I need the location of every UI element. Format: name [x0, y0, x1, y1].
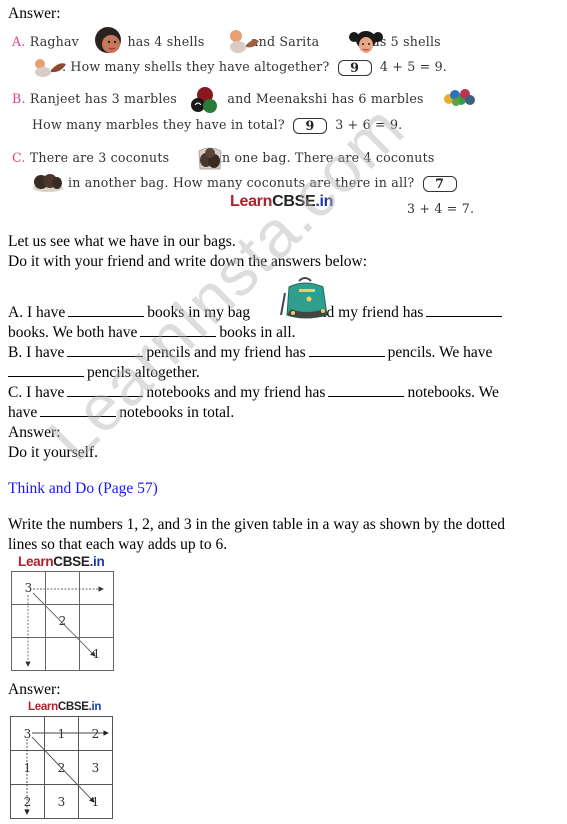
intro-line-1: Let us see what we have in our bags. [8, 233, 236, 250]
grid-row: 1 [11, 637, 114, 671]
blank-field[interactable] [8, 363, 84, 377]
instruction-line-1: Write the numbers 1, 2, and 3 in the giv… [8, 516, 505, 533]
answer-label: Answer: [8, 424, 61, 441]
section-heading: Think and Do (Page 57) [8, 480, 158, 497]
grid-cell [79, 571, 114, 605]
grid-cell: 2 [10, 784, 45, 819]
marbles-icon [444, 89, 475, 106]
question-a-line2: . How many shells they have altogether? … [62, 59, 448, 76]
fill-line-c2: have notebooks in total. [8, 403, 235, 421]
grid-row: 3 1 2 [10, 716, 113, 751]
blank-field[interactable] [67, 383, 144, 397]
grid-cell [45, 571, 80, 605]
grid-row: 1 2 3 [10, 750, 113, 785]
shells-icon [230, 30, 259, 53]
learncbse-logo: LearnCBSE.in [28, 701, 102, 713]
fill-line-b1: B. I have pencils and my friend has pencil… [8, 343, 493, 361]
coconut-bag-icon [33, 174, 63, 192]
answer-label: Answer: [8, 5, 61, 22]
answer-box: 9 [293, 117, 327, 134]
equation-c: 3 + 4 = 7. [407, 201, 475, 216]
answer-box: 7 [422, 175, 457, 192]
grid-cell [45, 637, 80, 671]
fill-line-a1: A. I have books in my bag and my friend h… [8, 303, 505, 323]
answer-box: 9 [337, 59, 372, 76]
marbles-icon [191, 87, 217, 113]
grid-cell: 2 [44, 750, 79, 785]
question-label: C. [12, 150, 26, 165]
school-bag-icon [280, 277, 328, 319]
question-b-line1: B. Ranjeet has 3 marbles and Meenakshi h… [12, 91, 464, 106]
shells-icon [35, 59, 66, 77]
learncbse-logo: LearnCBSE.in [18, 554, 105, 569]
blank-field[interactable] [67, 343, 144, 357]
grid-cell: 1 [44, 716, 79, 751]
grid-cell: 2 [45, 604, 80, 638]
grid-cell: 1 [79, 637, 114, 671]
grid-cell: 2 [78, 716, 113, 751]
grid-row: 2 [11, 604, 114, 638]
boy-face-icon [95, 27, 121, 53]
blank-field[interactable] [426, 303, 503, 317]
girl-face-icon [349, 31, 383, 53]
question-grid: 3 2 1 [11, 571, 114, 671]
grid-cell: 3 [78, 750, 113, 785]
question-c-line2: in another bag. How many coconuts are th… [32, 175, 461, 192]
intro-line-2: Do it with your friend and write down th… [8, 253, 368, 270]
question-label: A. [12, 34, 26, 49]
fill-line-a2: books. We both have books in all. [8, 323, 296, 341]
answer-label: Answer: [8, 681, 61, 698]
question-label: B. [12, 91, 26, 106]
answer-grid: 3 1 2 1 2 3 2 3 1 [10, 716, 113, 819]
blank-field[interactable] [140, 323, 217, 337]
grid-row: 2 3 1 [10, 784, 113, 819]
grid-cell: 3 [11, 571, 46, 605]
blank-field[interactable] [40, 403, 117, 417]
grid-cell: 3 [44, 784, 79, 819]
fill-line-b2: pencils altogether. [8, 363, 200, 383]
blank-field[interactable] [68, 303, 145, 317]
blank-field[interactable] [308, 343, 385, 357]
grid-cell [11, 604, 46, 638]
grid-cell: 1 [78, 784, 113, 819]
fill-line-c1: C. I have notebooks and my friend has note… [8, 383, 499, 401]
coconut-bag-icon [198, 147, 222, 170]
grid-cell: 1 [10, 750, 45, 785]
grid-cell: 3 [10, 716, 45, 751]
grid-cell [11, 637, 46, 671]
learncbse-logo: LearnCBSE.in [230, 193, 334, 210]
instruction-line-2: lines so that each way adds up to 6. [8, 536, 228, 553]
grid-cell [79, 604, 114, 638]
answer-text: Do it yourself. [8, 444, 98, 461]
blank-field[interactable] [328, 383, 405, 397]
question-b-line2: How many marbles they have in total? 9 3… [32, 117, 403, 134]
grid-row: 3 [11, 571, 114, 605]
